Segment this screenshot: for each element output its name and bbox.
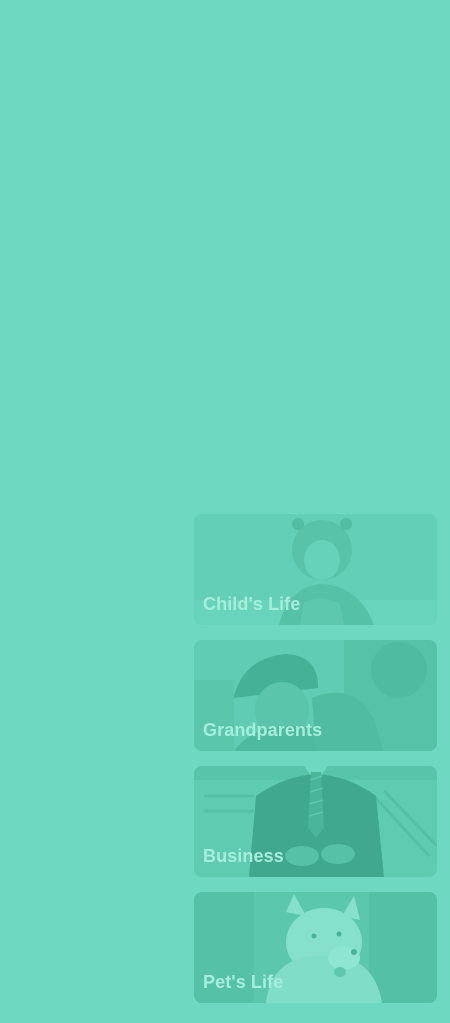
category-card-grandparents[interactable]: Grandparents (194, 640, 437, 751)
category-label: Grandparents (203, 720, 323, 740)
category-card-childs-life[interactable]: Child's Life (194, 514, 437, 625)
category-label: Pet's Life (203, 972, 284, 992)
category-list: Child's Life Grandparents Business Pet's… (194, 514, 437, 1003)
category-card-business[interactable]: Business (194, 766, 437, 877)
category-card-pets-life[interactable]: Pet's Life (194, 892, 437, 1003)
category-label: Business (203, 846, 284, 866)
category-label: Child's Life (203, 594, 301, 614)
